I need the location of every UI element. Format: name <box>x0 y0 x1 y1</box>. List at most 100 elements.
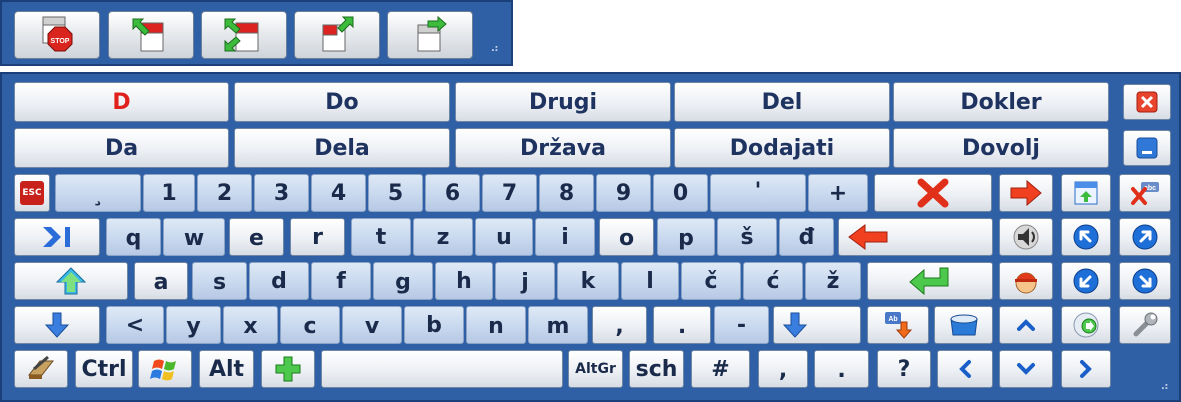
alt-key[interactable]: Alt <box>199 350 254 388</box>
prediction-7[interactable]: Dela <box>234 128 450 168</box>
key-h[interactable]: h <box>435 262 493 300</box>
arrow-right-key[interactable] <box>999 174 1053 212</box>
keyboard-layout-key[interactable] <box>1061 174 1111 212</box>
key-t[interactable]: t <box>351 218 411 256</box>
caret-right-key[interactable] <box>1061 350 1111 388</box>
key-n[interactable]: n <box>466 306 526 344</box>
key-b[interactable]: b <box>404 306 464 344</box>
key-0[interactable]: 0 <box>653 174 708 212</box>
prediction-5[interactable]: Dokler <box>893 82 1109 122</box>
enter-key[interactable] <box>867 262 993 300</box>
key-k[interactable]: k <box>557 262 619 300</box>
key-q[interactable]: q <box>106 218 161 256</box>
key-c-acute[interactable]: ć <box>743 262 803 300</box>
key-c-caron[interactable]: č <box>681 262 741 300</box>
add-key[interactable] <box>261 350 315 388</box>
key-e[interactable]: e <box>229 218 284 256</box>
down-arrow-key[interactable] <box>14 306 100 344</box>
key-d[interactable]: d <box>249 262 309 300</box>
key-v[interactable]: v <box>342 306 402 344</box>
close-button[interactable] <box>1123 84 1171 120</box>
dictionary-key[interactable] <box>14 350 68 388</box>
prediction-1[interactable]: D <box>14 82 229 122</box>
key-f[interactable]: f <box>311 262 371 300</box>
key-x[interactable]: x <box>223 306 278 344</box>
prediction-10[interactable]: Dovolj <box>893 128 1109 168</box>
move-down-right-key[interactable] <box>1119 262 1171 300</box>
prediction-4[interactable]: Del <box>674 82 890 122</box>
dock-out-button[interactable] <box>294 11 380 59</box>
key-w[interactable]: w <box>163 218 225 256</box>
key-d-stroke[interactable]: đ <box>779 218 834 256</box>
altgr-key[interactable]: AltGr <box>568 350 623 388</box>
prediction-9[interactable]: Dodajati <box>674 128 890 168</box>
prediction-6[interactable]: Da <box>14 128 229 168</box>
move-down-left-key[interactable] <box>1061 262 1111 300</box>
float-right-button[interactable] <box>387 11 473 59</box>
key-period-bottom[interactable]: . <box>814 350 869 388</box>
caret-left-key[interactable] <box>937 350 993 388</box>
esc-key[interactable]: ESC <box>14 174 50 212</box>
key-z-caron[interactable]: ž <box>805 262 861 300</box>
key-less-than[interactable]: < <box>106 306 164 344</box>
caret-up-key[interactable] <box>999 306 1053 344</box>
shift-key[interactable] <box>14 262 128 300</box>
windows-key[interactable] <box>138 350 192 388</box>
key-o[interactable]: o <box>599 218 654 256</box>
prediction-2[interactable]: Do <box>234 82 450 122</box>
key-1[interactable]: 1 <box>143 174 195 212</box>
speak-key[interactable] <box>999 218 1053 256</box>
key-cedilla[interactable]: ¸ <box>55 174 141 212</box>
key-7[interactable]: 7 <box>482 174 537 212</box>
key-p[interactable]: p <box>657 218 715 256</box>
key-y[interactable]: y <box>166 306 221 344</box>
key-c[interactable]: c <box>280 306 340 344</box>
key-2[interactable]: 2 <box>197 174 252 212</box>
backspace-key[interactable] <box>838 218 993 256</box>
sch-key[interactable]: sch <box>629 350 684 388</box>
key-period[interactable]: . <box>653 306 711 344</box>
key-r[interactable]: r <box>290 218 345 256</box>
key-plus[interactable]: + <box>808 174 868 212</box>
key-5[interactable]: 5 <box>368 174 423 212</box>
key-g[interactable]: g <box>373 262 433 300</box>
key-hash[interactable]: # <box>691 350 750 388</box>
caret-down-key[interactable] <box>999 350 1053 388</box>
key-l[interactable]: l <box>621 262 679 300</box>
key-9[interactable]: 9 <box>596 174 651 212</box>
abbreviation-key[interactable]: Ab <box>867 306 929 344</box>
move-up-right-key[interactable] <box>1119 218 1171 256</box>
move-up-left-key[interactable] <box>1061 218 1111 256</box>
backspace-word-key[interactable] <box>874 174 992 212</box>
stop-window-button[interactable]: STOP <box>14 11 100 59</box>
user-key[interactable] <box>999 262 1053 300</box>
key-apostrophe[interactable]: ' <box>710 174 806 212</box>
dock-both-button[interactable] <box>201 11 287 59</box>
minimize-button[interactable] <box>1123 130 1171 166</box>
right-down-arrow-key[interactable] <box>773 306 861 344</box>
settings-key[interactable] <box>1119 306 1171 344</box>
snippets-key[interactable] <box>934 306 993 344</box>
key-8[interactable]: 8 <box>539 174 594 212</box>
spellcheck-key[interactable]: abc <box>1119 174 1171 212</box>
dock-top-button[interactable] <box>108 11 194 59</box>
key-m[interactable]: m <box>528 306 588 344</box>
key-z[interactable]: z <box>413 218 473 256</box>
key-4[interactable]: 4 <box>311 174 366 212</box>
key-6[interactable]: 6 <box>425 174 480 212</box>
key-minus[interactable]: - <box>714 306 769 344</box>
key-question[interactable]: ? <box>877 350 931 388</box>
key-i[interactable]: i <box>535 218 595 256</box>
key-j[interactable]: j <box>495 262 555 300</box>
key-s[interactable]: s <box>192 262 247 300</box>
navigate-key[interactable] <box>1061 306 1111 344</box>
tab-key[interactable] <box>14 218 100 256</box>
prediction-3[interactable]: Drugi <box>455 82 671 122</box>
key-s-caron[interactable]: š <box>717 218 777 256</box>
ctrl-key[interactable]: Ctrl <box>75 350 133 388</box>
keyboard-resize-grip-icon[interactable]: ⠴ <box>1160 380 1169 392</box>
key-3[interactable]: 3 <box>254 174 309 212</box>
resize-grip-icon[interactable]: ⠴ <box>490 42 499 54</box>
key-comma[interactable]: , <box>592 306 647 344</box>
prediction-8[interactable]: Država <box>455 128 671 168</box>
